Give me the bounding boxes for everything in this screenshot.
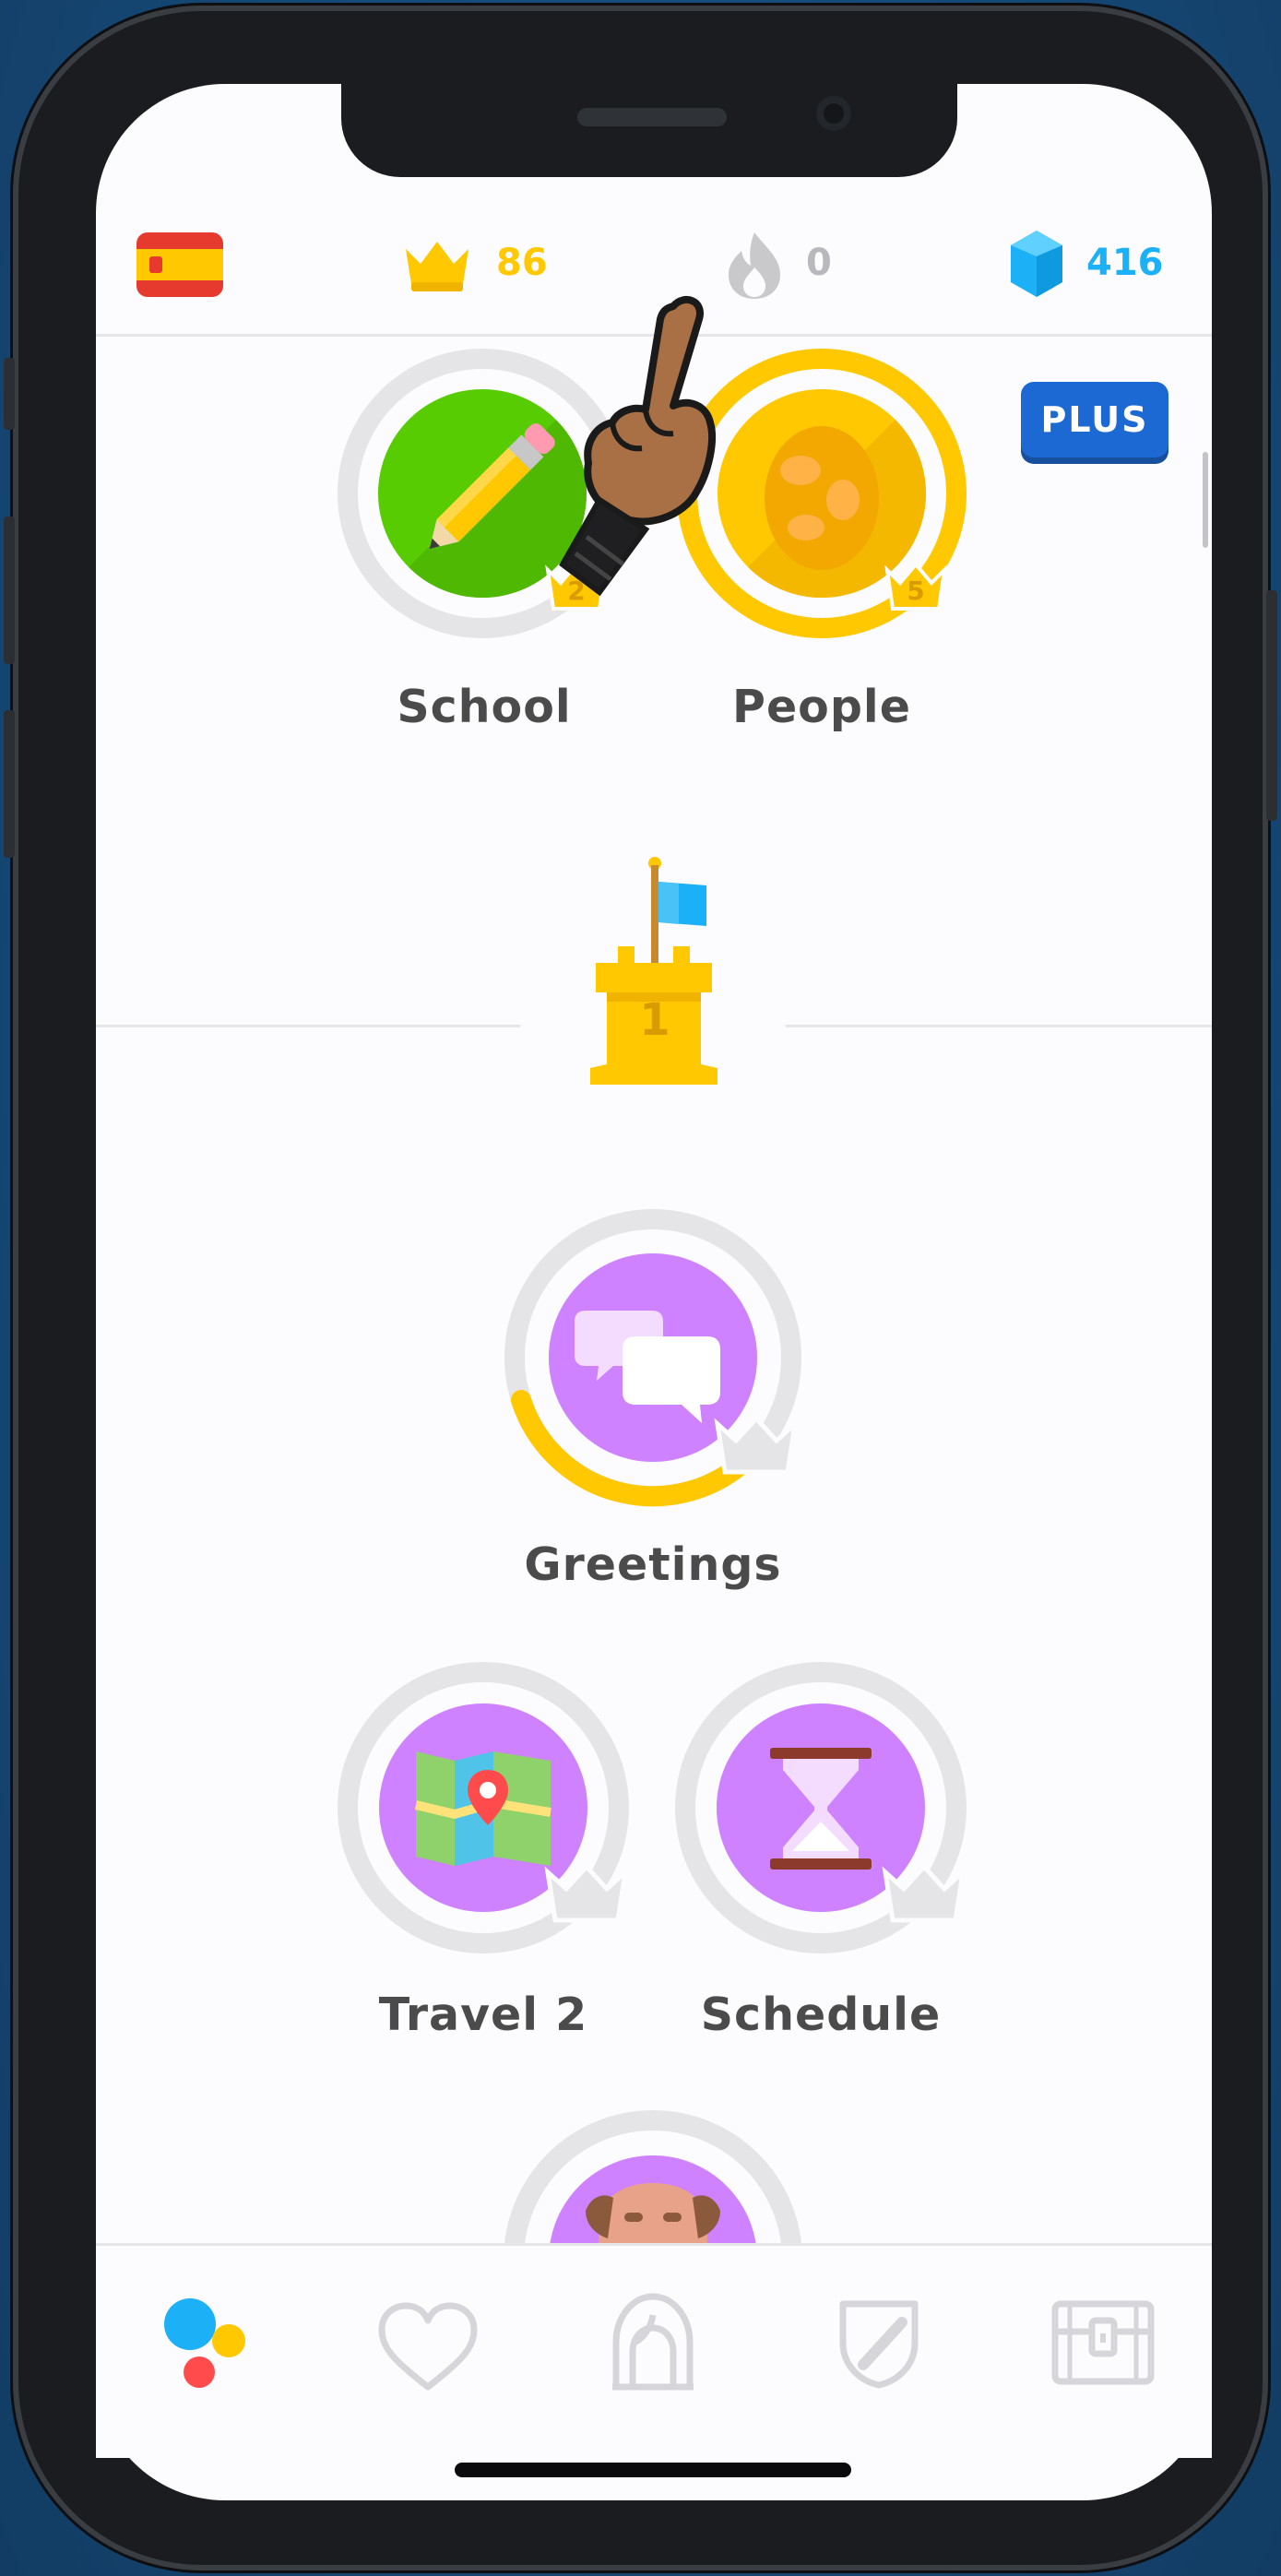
plus-badge[interactable]: PLUS [1021, 382, 1168, 457]
crown-icon[interactable] [400, 236, 474, 297]
treasure-chest-icon[interactable] [1050, 2298, 1156, 2391]
heart-icon[interactable] [376, 2302, 480, 2396]
people-crown-level: 5 [907, 576, 925, 606]
schedule-label: Schedule [700, 1988, 942, 2041]
volume-up-button [4, 516, 15, 664]
travel2-label: Travel 2 [378, 1988, 588, 2041]
crown-count: 86 [496, 242, 548, 284]
notch [341, 79, 957, 177]
greetings-label: Greetings [524, 1538, 782, 1591]
front-camera [816, 96, 851, 131]
checkpoint-castle-icon[interactable] [587, 854, 743, 1098]
scrollbar[interactable] [1203, 452, 1208, 548]
power-button [1266, 590, 1277, 821]
learn-icon[interactable] [157, 2291, 253, 2396]
streak-count: 0 [806, 242, 832, 284]
mute-switch [4, 358, 15, 430]
pointing-hand-icon [535, 288, 756, 623]
greetings-crown-icon [712, 1415, 801, 1478]
shield-icon[interactable] [836, 2295, 922, 2392]
volume-down-button [4, 710, 15, 858]
gem-icon[interactable] [1009, 229, 1064, 303]
checkpoint-line-right [786, 1025, 1212, 1027]
gem-count: 416 [1086, 242, 1164, 284]
schedule-crown-icon [880, 1863, 968, 1926]
school-label: School [397, 681, 572, 733]
travel2-crown-icon [542, 1863, 631, 1926]
people-label: People [732, 681, 911, 733]
home-indicator[interactable] [455, 2463, 851, 2477]
checkpoint-number: 1 [639, 994, 670, 1046]
next-skill-partial[interactable] [504, 2110, 802, 2243]
profile-icon[interactable] [605, 2291, 701, 2396]
earpiece-speaker [577, 108, 727, 126]
checkpoint-line-left [96, 1025, 520, 1027]
spain-flag-icon[interactable] [136, 232, 223, 301]
